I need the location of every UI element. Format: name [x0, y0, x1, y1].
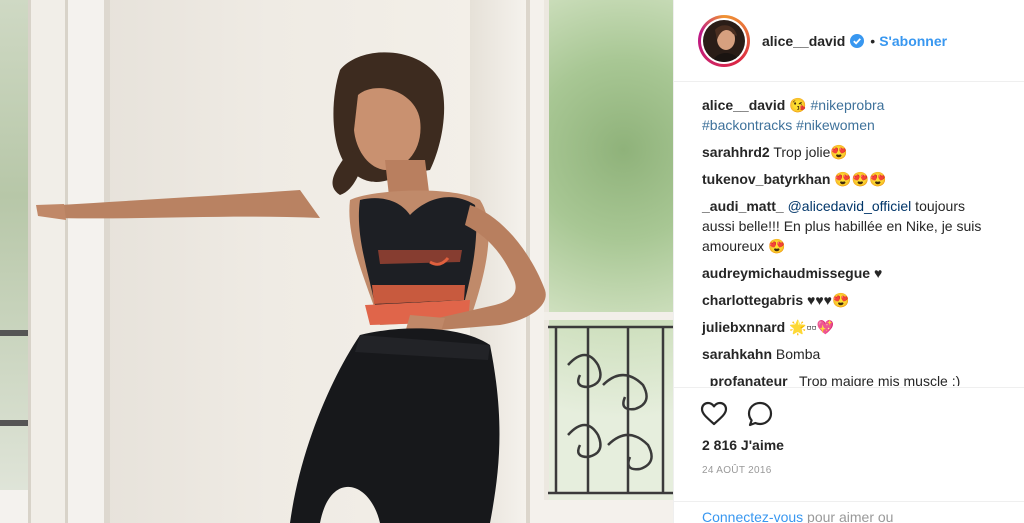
post-photo[interactable] [0, 0, 673, 523]
comments-list[interactable]: alice__david 😘 #nikeprobra #backontracks… [674, 83, 1024, 386]
comment-author[interactable]: juliebxnnard [702, 319, 785, 335]
instagram-post: alice__david • S'abonner alice__david 😘 … [0, 0, 1024, 523]
comment-item: sarahkahn Bomba [702, 344, 1001, 364]
avatar-image [703, 19, 745, 62]
comment-item: audreymichaudmissegue ♥ [702, 263, 1001, 283]
post-side-panel: alice__david • S'abonner alice__david 😘 … [673, 0, 1024, 523]
post-header: alice__david • S'abonner [674, 0, 1024, 82]
comment-author[interactable]: sarahkahn [702, 346, 772, 362]
login-link[interactable]: Connectez-vous [702, 509, 803, 523]
comment-item: sarahhrd2 Trop jolie😍 [702, 142, 1001, 162]
hashtag-link[interactable]: #nikeprobra [811, 97, 885, 113]
comment-author[interactable]: audreymichaudmissegue [702, 265, 870, 281]
separator-dot: • [870, 32, 876, 49]
avatar[interactable] [698, 14, 750, 67]
action-icons [700, 400, 774, 428]
comment-text: 🌟▫▫💖 [785, 319, 834, 335]
caption-emoji: 😘 [789, 97, 807, 113]
login-prompt: Connectez-vous pour aimer ou [674, 501, 1024, 523]
comment-author[interactable]: sarahhrd2 [702, 144, 770, 160]
comment-item: charlottegabris ♥♥♥😍 [702, 290, 1001, 310]
comment-bubble-icon[interactable] [746, 400, 774, 428]
login-prompt-text: pour aimer ou [803, 509, 894, 523]
verified-badge-icon [850, 33, 865, 48]
comment-text: Trop maigre mis muscle ;) [795, 373, 961, 386]
comment-text: Trop jolie😍 [769, 144, 848, 160]
comment-author[interactable]: _audi_matt_ [702, 198, 784, 214]
post-date: 24 AOÛT 2016 [702, 465, 772, 476]
post-caption: alice__david 😘 #nikeprobra #backontracks… [702, 95, 1001, 135]
woman-figure [36, 52, 546, 523]
comment-text: ♥ [870, 265, 883, 281]
like-heart-icon[interactable] [700, 400, 728, 428]
comment-item: _profanateur_ Trop maigre mis muscle ;) [702, 371, 1001, 386]
comment-item: _audi_matt_ @alicedavid_officiel toujour… [702, 196, 1001, 256]
comment-item: juliebxnnard 🌟▫▫💖 [702, 317, 1001, 337]
comment-text: Bomba [772, 346, 821, 362]
comment-text: ♥♥♥😍 [803, 292, 850, 308]
hashtag-link[interactable]: #nikewomen [796, 117, 875, 133]
follow-button[interactable]: S'abonner [879, 33, 947, 49]
comment-author[interactable]: _profanateur_ [702, 373, 795, 386]
comment-text: 😍😍😍 [830, 171, 887, 187]
comment-item: tukenov_batyrkhan 😍😍😍 [702, 169, 1001, 189]
likes-count[interactable]: 2 816 J'aime [702, 437, 784, 453]
mention-link[interactable]: @alicedavid_officiel [788, 198, 912, 214]
caption-author[interactable]: alice__david [702, 97, 785, 113]
hashtag-link[interactable]: #backontracks [702, 117, 792, 133]
comment-author[interactable]: tukenov_batyrkhan [702, 171, 830, 187]
header-username[interactable]: alice__david [762, 33, 845, 49]
comment-author[interactable]: charlottegabris [702, 292, 803, 308]
post-actions: 2 816 J'aime 24 AOÛT 2016 Connectez-vous… [674, 387, 1024, 523]
